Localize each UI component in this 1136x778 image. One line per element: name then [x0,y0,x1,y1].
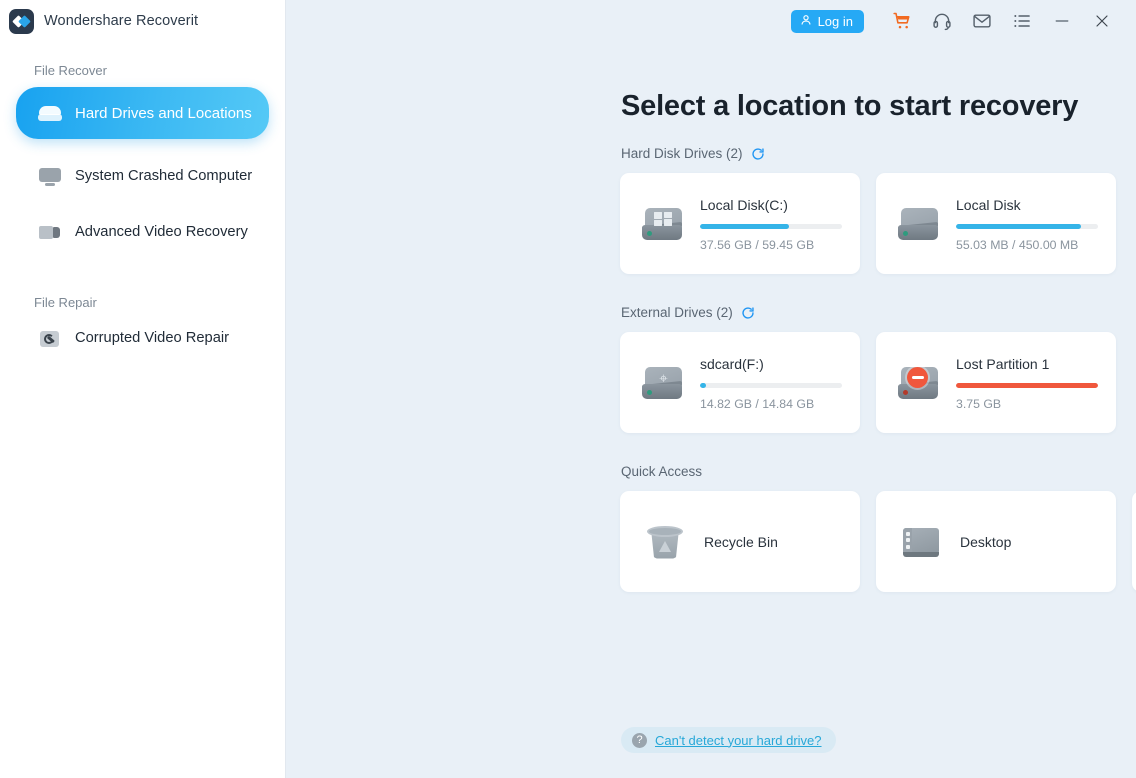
quick-access-select-folder[interactable]: Select Folder [1132,491,1136,592]
usb-disk-icon: ⌖ [638,359,686,407]
drive-usage-fill [700,224,790,229]
shopping-cart-icon[interactable] [882,0,922,42]
drive-usage-bar [956,383,1098,388]
drive-usage-bar [956,224,1098,229]
drive-card-lost-partition-1[interactable]: Lost Partition 1 3.75 GB [876,332,1116,433]
envelope-icon[interactable] [962,0,1002,42]
question-mark-icon: ? [632,732,647,748]
drive-card-local-disk-c[interactable]: Local Disk(C:) 37.56 GB / 59.45 GB [620,173,860,274]
hard-disk-drives-list: Local Disk(C:) 37.56 GB / 59.45 GB Local… [620,173,1116,274]
sidebar-item-label: Hard Drives and Locations [75,104,252,122]
section-header-external-drives: External Drives (2) [621,305,755,320]
headset-icon[interactable] [922,0,962,42]
section-header-quick-access: Quick Access [621,464,702,479]
login-button-label: Log in [817,13,853,29]
drive-size-text: 55.03 MB / 450.00 MB [956,238,1079,252]
drive-size-text: 37.56 GB / 59.45 GB [700,238,815,252]
app-brand: Wondershare Recoverit [0,0,285,42]
page-title: Select a location to start recovery [621,90,1079,122]
recoverit-logo-icon [9,8,34,34]
section-label: External Drives (2) [621,305,733,320]
quick-access-label: Recycle Bin [704,533,778,550]
sidebar-item-label: Advanced Video Recovery [75,224,248,240]
close-icon[interactable] [1082,0,1122,42]
quick-access-label: Desktop [960,533,1012,550]
drive-usage-bar [700,224,842,229]
user-icon [800,14,812,29]
drive-name: Lost Partition 1 [956,356,1050,372]
hard-drive-icon [38,102,62,124]
section-label: Hard Disk Drives (2) [621,146,743,161]
list-menu-icon[interactable] [1002,0,1042,42]
external-drives-list: ⌖ sdcard(F:) 14.82 GB / 14.84 GB Lost Pa… [620,332,1116,433]
drive-usage-fill [956,383,1098,388]
help-link-label: Can't detect your hard drive? [655,732,822,748]
quick-access-list: Recycle Bin Desktop Select Folder [620,491,1136,592]
refresh-icon[interactable] [741,306,755,320]
drive-usage-bar [700,383,842,388]
quick-access-recycle-bin[interactable]: Recycle Bin [620,491,860,592]
section-label: Quick Access [621,464,703,479]
disk-icon [894,200,942,248]
login-button[interactable]: Log in [790,9,864,33]
drive-name: Local Disk(C:) [700,197,788,213]
quick-access-desktop[interactable]: Desktop [876,491,1116,592]
cant-detect-drive-link[interactable]: ? Can't detect your hard drive? [621,727,836,753]
sidebar-item-label: System Crashed Computer [75,168,253,184]
sidebar-item-hard-drives-and-locations[interactable]: Hard Drives and Locations [16,87,269,139]
drive-name: sdcard(F:) [700,356,764,372]
application-window: Wondershare Recoverit File Recover Hard … [0,0,1136,778]
desktop-icon [898,519,944,565]
drive-card-sdcard-f[interactable]: ⌖ sdcard(F:) 14.82 GB / 14.84 GB [620,332,860,433]
sidebar-item-system-crashed-computer[interactable]: System Crashed Computer [16,157,269,195]
drive-card-local-disk[interactable]: Local Disk 55.03 MB / 450.00 MB [876,173,1116,274]
sidebar-item-corrupted-video-repair[interactable]: Corrupted Video Repair [16,319,269,357]
monitor-icon [38,165,62,187]
window-toolbar: Log in [790,0,1122,42]
video-repair-icon [38,327,62,349]
video-camera-icon [38,221,62,243]
minimize-icon[interactable] [1042,0,1082,42]
drive-size-text: 3.75 GB [956,397,1002,411]
drive-usage-fill [700,383,706,388]
sidebar-group-label-file-recover: File Recover [34,63,107,78]
windows-disk-icon [638,200,686,248]
recycle-bin-icon [642,519,688,565]
refresh-icon[interactable] [751,147,765,161]
sidebar-group-label-file-repair: File Repair [34,295,97,310]
drive-size-text: 14.82 GB / 14.84 GB [700,397,815,411]
sidebar: Wondershare Recoverit File Recover Hard … [0,0,286,778]
app-title: Wondershare Recoverit [44,13,199,29]
main-content: Log in Select a location to start recove… [286,0,1136,778]
section-header-hard-disk-drives: Hard Disk Drives (2) [621,146,765,161]
lost-partition-icon [894,359,942,407]
sidebar-item-advanced-video-recovery[interactable]: Advanced Video Recovery [16,213,269,251]
drive-name: Local Disk [956,197,1021,213]
drive-usage-fill [956,224,1081,229]
sidebar-item-label: Corrupted Video Repair [75,330,230,346]
